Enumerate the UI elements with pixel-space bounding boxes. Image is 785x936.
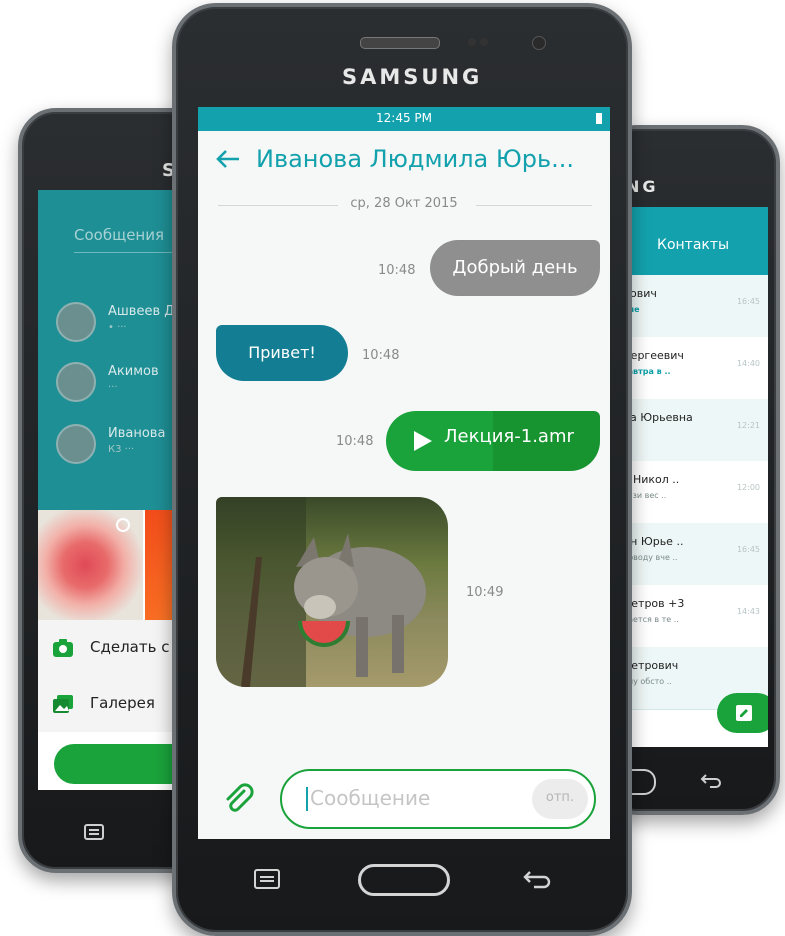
tab-contacts[interactable]: Контакты	[657, 237, 729, 253]
contact-row[interactable]: ин Юрье .. поводу вче .. 16:45	[613, 523, 768, 586]
battery-icon	[596, 113, 602, 124]
menu-icon[interactable]	[254, 869, 280, 889]
gallery-icon	[53, 695, 73, 713]
date-label: ср, 28 Окт 2015	[350, 196, 458, 211]
avatar	[56, 424, 96, 464]
chat-screen: 12:45 PM Иванова Людмила Юрь... ср, 28 О…	[198, 107, 610, 839]
audio-message[interactable]: Лекция-1.amr	[386, 411, 600, 471]
contact-title: Иванова Людмила Юрь...	[256, 145, 575, 173]
text-cursor	[306, 787, 308, 811]
brand-logo: SAMSUNG	[342, 65, 483, 89]
back-icon[interactable]	[700, 772, 722, 788]
check-circle-icon[interactable]	[116, 518, 130, 532]
contact-name: Петров +3	[623, 597, 685, 610]
contact-time: 12:21	[736, 421, 760, 430]
wolf-photo	[216, 497, 426, 687]
contact-row[interactable]: в Никол .. вази вес .. 12:00	[613, 461, 768, 524]
message-input[interactable]: Сообщение отп.	[280, 769, 596, 829]
contact-name: Сергеевич	[623, 349, 684, 362]
input-placeholder: Сообщение	[310, 786, 431, 810]
attach-icon[interactable]	[222, 783, 256, 817]
compose-icon	[736, 705, 752, 721]
menu-icon[interactable]	[84, 824, 104, 840]
avatar	[56, 302, 96, 342]
contact-row[interactable]: ровичние16:45	[613, 275, 768, 338]
sensor	[468, 38, 476, 46]
contact-preview: • ···	[108, 322, 127, 333]
compose-button[interactable]	[717, 693, 768, 733]
search-field[interactable]: Сообщения	[74, 226, 164, 244]
contact-name: Иванова	[108, 426, 166, 441]
speaker-grill	[360, 37, 440, 49]
divider	[218, 205, 338, 206]
audio-filename: Лекция-1.amr	[444, 426, 574, 447]
contact-time: 14:43	[736, 607, 760, 616]
contact-time: 14:40	[736, 359, 760, 368]
send-label: отп.	[545, 790, 575, 805]
front-camera	[532, 36, 546, 50]
message-bubble[interactable]: Добрый день	[430, 240, 600, 296]
image-message[interactable]	[216, 497, 448, 687]
gallery-label: Галерея	[90, 694, 155, 712]
send-button[interactable]: отп.	[532, 779, 588, 819]
contact-preview: К3 ···	[108, 444, 135, 455]
contact-preview: ···	[108, 382, 118, 393]
status-bar: 12:45 PM	[198, 107, 610, 131]
contact-name: ла Юрьевна	[623, 411, 693, 424]
sensor	[480, 38, 488, 46]
camera-label: Сделать с	[90, 638, 170, 656]
camera-icon	[53, 639, 73, 657]
contact-name: Акимов	[108, 364, 159, 379]
contact-time: 12:00	[736, 483, 760, 492]
contact-row[interactable]: ла Юрьевна 12:21	[613, 399, 768, 462]
contact-row[interactable]: Сергеевич завтра в .. 14:40	[613, 337, 768, 400]
message-time: 10:49	[466, 585, 504, 600]
contact-name: Ашвеев Д	[108, 304, 175, 319]
home-button[interactable]	[358, 864, 450, 896]
right-screen: Контакты ровичние16:45Сергеевичзавтра в …	[613, 207, 768, 747]
message-bubble[interactable]: Привет!	[216, 325, 348, 381]
message-time: 10:48	[362, 348, 400, 363]
right-header: Контакты	[613, 207, 768, 275]
contact-name: ин Юрье ..	[623, 535, 684, 548]
contact-row[interactable]: Петров +3 рается в те .. 14:43	[613, 585, 768, 648]
avatar	[56, 362, 96, 402]
contact-time: 16:45	[736, 297, 760, 306]
divider	[476, 205, 592, 206]
back-arrow-icon[interactable]	[216, 149, 240, 169]
gallery-thumbnail[interactable]	[38, 510, 143, 620]
contact-time: 16:45	[736, 545, 760, 554]
center-phone: SAMSUNG 12:45 PM Иванова Людмила Юрь... …	[172, 3, 632, 936]
message-time: 10:48	[378, 263, 416, 278]
message-time: 10:48	[336, 434, 374, 449]
status-time: 12:45 PM	[376, 111, 432, 125]
back-icon[interactable]	[522, 869, 552, 891]
play-icon[interactable]	[412, 429, 434, 453]
